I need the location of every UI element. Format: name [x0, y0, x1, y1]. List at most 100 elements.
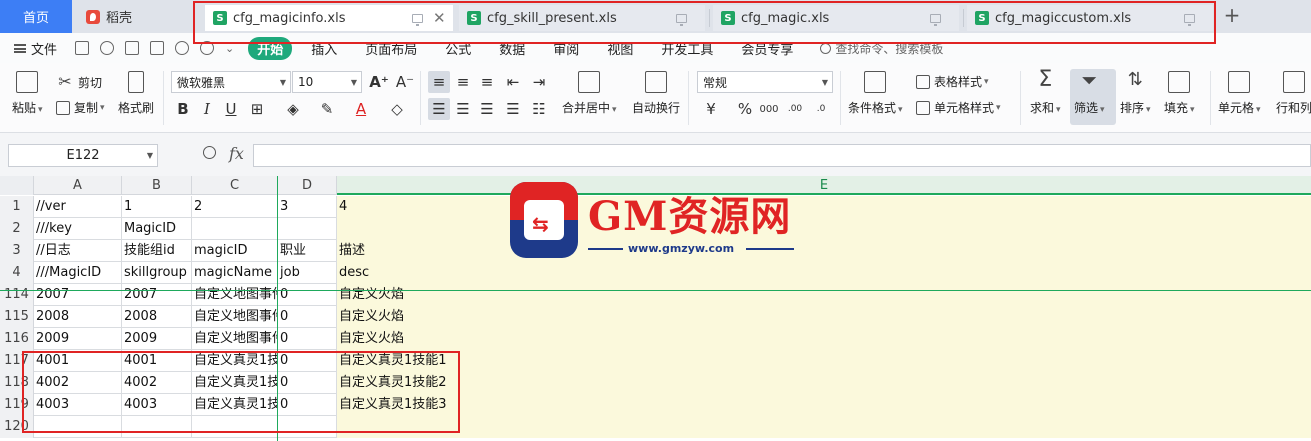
cell-e[interactable]: 描述 [337, 240, 1311, 262]
cell-c[interactable]: 自定义地图事件 [192, 284, 278, 306]
cell-a[interactable]: 2007 [34, 284, 122, 306]
bold-button[interactable]: B [172, 98, 194, 120]
cell-e[interactable]: 自定义真灵1技能3 [337, 394, 1311, 416]
cell-e[interactable]: 4 [337, 196, 1311, 218]
font-color-button[interactable]: A [350, 98, 372, 120]
font-name-select[interactable]: 微软雅黑 ▼ [171, 71, 291, 93]
cell-e[interactable]: desc [337, 262, 1311, 284]
number-format-select[interactable]: 常规 ▼ [697, 71, 833, 93]
cell-d[interactable]: 3 [278, 196, 337, 218]
cell-a[interactable]: ///key [34, 218, 122, 240]
cell-d[interactable]: job [278, 262, 337, 284]
italic-button[interactable]: I [196, 98, 218, 120]
new-tab-button[interactable]: + [1222, 4, 1242, 28]
row-header[interactable]: 3 [0, 240, 34, 262]
autosum-button[interactable]: Σ 求和 ▾ [1030, 69, 1061, 116]
cell-c[interactable]: magicID [192, 240, 278, 262]
decrease-indent-button[interactable]: ⇤ [502, 71, 524, 93]
cell-d[interactable] [278, 218, 337, 240]
cell-e[interactable]: 自定义真灵1技能2 [337, 372, 1311, 394]
cell-b[interactable]: 2009 [122, 328, 192, 350]
clear-format-button[interactable]: ◇ [386, 98, 408, 120]
align-bottom-button[interactable]: ≡ [476, 71, 498, 93]
cell-c[interactable]: magicName [192, 262, 278, 284]
highlight-color-button[interactable]: ✎ [316, 98, 338, 120]
filter-button[interactable]: ⏷ 筛选 ▾ [1074, 70, 1105, 116]
cell-a[interactable]: ///MagicID [34, 262, 122, 284]
cell-b[interactable]: 2008 [122, 306, 192, 328]
thousands-separator-button[interactable]: 000 [758, 98, 780, 120]
cell-e[interactable] [337, 218, 1311, 240]
paste-button[interactable]: 粘贴 ▾ [12, 71, 43, 116]
percent-button[interactable]: % [734, 98, 756, 120]
cell-e[interactable] [337, 416, 1311, 438]
increase-indent-button[interactable]: ⇥ [528, 71, 550, 93]
fill-button[interactable]: 填充 ▾ [1164, 71, 1195, 116]
cell-d[interactable]: 0 [278, 306, 337, 328]
cut-button[interactable]: ✂ 剪切 [56, 73, 102, 91]
align-top-button[interactable]: ≡ [428, 71, 450, 93]
underline-button[interactable]: U [220, 98, 242, 120]
select-all-corner[interactable] [0, 176, 34, 195]
wrap-text-button[interactable]: 自动换行 [632, 71, 680, 116]
tab-home[interactable]: 首页 [0, 0, 72, 33]
cell-d[interactable]: 职业 [278, 240, 337, 262]
formula-input[interactable] [253, 144, 1311, 167]
cell-c[interactable]: 自定义地图事件 [192, 328, 278, 350]
cell-d[interactable]: 0 [278, 328, 337, 350]
distributed-button[interactable]: ☷ [528, 98, 550, 120]
cell-b[interactable]: skillgroup [122, 262, 192, 284]
cell-e[interactable]: 自定义火焰 [337, 328, 1311, 350]
export-icon[interactable] [100, 41, 114, 55]
table-style-button[interactable]: 表格样式 ▾ [916, 73, 989, 90]
cell-style-button[interactable]: 单元格样式 ▾ [916, 99, 1001, 116]
cell-e[interactable]: 自定义真灵1技能1 [337, 350, 1311, 372]
fx-icon[interactable]: fx [229, 144, 244, 163]
column-header-e[interactable]: E [337, 176, 1311, 195]
column-header-b[interactable]: B [122, 176, 192, 195]
font-size-select[interactable]: 10 ▼ [292, 71, 362, 93]
tab-docer[interactable]: 稻壳 [72, 0, 194, 33]
cell-c[interactable] [192, 218, 278, 240]
decrease-decimal-button[interactable]: .0 [810, 98, 832, 120]
rows-cols-button[interactable]: 行和列 [1276, 71, 1311, 116]
align-right-button[interactable]: ☰ [476, 98, 498, 120]
cell-a[interactable]: //日志 [34, 240, 122, 262]
cell-e[interactable]: 自定义火焰 [337, 306, 1311, 328]
decrease-font-size-button[interactable]: A⁻ [394, 71, 416, 93]
undo-icon[interactable] [175, 41, 189, 55]
cell-a[interactable]: 2009 [34, 328, 122, 350]
column-header-d[interactable]: D [278, 176, 337, 195]
column-header-c[interactable]: C [192, 176, 278, 195]
row-header[interactable]: 2 [0, 218, 34, 240]
column-header-a[interactable]: A [34, 176, 122, 195]
cell-b[interactable]: 1 [122, 196, 192, 218]
cell-b[interactable]: 技能组id [122, 240, 192, 262]
zoom-icon[interactable] [203, 146, 216, 159]
cell-button[interactable]: 单元格 ▾ [1218, 71, 1261, 116]
currency-button[interactable]: ¥ [700, 98, 722, 120]
align-left-button[interactable]: ☰ [428, 98, 450, 120]
cell-e[interactable]: 自定义火焰 [337, 284, 1311, 306]
merge-center-button[interactable]: 合并居中 ▾ [562, 71, 617, 116]
row-header[interactable]: 4 [0, 262, 34, 284]
row-header[interactable]: 1 [0, 196, 34, 218]
fill-color-button[interactable]: ◈ [282, 98, 304, 120]
cell-a[interactable]: 2008 [34, 306, 122, 328]
sort-button[interactable]: ⇅ 排序 ▾ [1120, 71, 1151, 116]
cell-b[interactable]: 2007 [122, 284, 192, 306]
print-icon[interactable] [125, 41, 139, 55]
cell-c[interactable]: 自定义地图事件 [192, 306, 278, 328]
row-header[interactable]: 115 [0, 306, 34, 328]
increase-font-size-button[interactable]: A⁺ [368, 71, 390, 93]
cell-c[interactable]: 2 [192, 196, 278, 218]
align-middle-button[interactable]: ≡ [452, 71, 474, 93]
align-center-button[interactable]: ☰ [452, 98, 474, 120]
conditional-format-button[interactable]: 条件格式 ▾ [848, 71, 903, 116]
format-painter-button[interactable]: 格式刷 [118, 71, 154, 116]
row-header[interactable]: 114 [0, 284, 34, 306]
cell-a[interactable]: //ver [34, 196, 122, 218]
increase-decimal-button[interactable]: .00 [784, 98, 806, 120]
name-box[interactable]: E122 ▼ [8, 144, 158, 167]
row-header[interactable]: 116 [0, 328, 34, 350]
